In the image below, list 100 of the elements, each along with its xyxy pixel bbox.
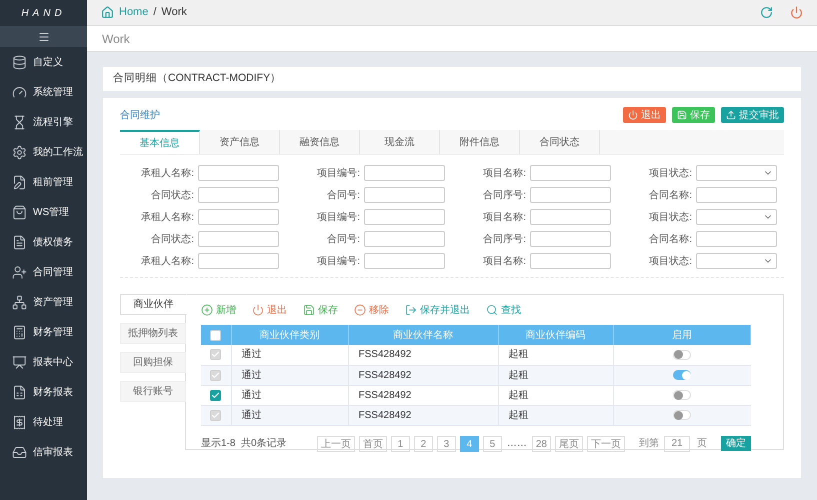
toolbar-button[interactable]: 保存	[303, 302, 338, 318]
page-button[interactable]: 尾页	[555, 436, 583, 452]
toolbar-button[interactable]: 保存并退出	[405, 302, 470, 318]
sidebar-item[interactable]: 流程引擎	[0, 107, 87, 137]
refresh-icon[interactable]	[760, 6, 773, 19]
table-cell: 起租	[498, 405, 613, 425]
side-tab[interactable]: 回购担保	[120, 352, 186, 373]
sidebar-item[interactable]: 系统管理	[0, 77, 87, 107]
sidebar-item[interactable]: 报表中心	[0, 347, 87, 377]
receipt-icon	[12, 414, 27, 430]
input-field[interactable]	[198, 165, 279, 181]
page-button[interactable]: 首页	[358, 436, 387, 452]
field-label: 项目编号:	[317, 210, 360, 224]
add-icon	[201, 304, 213, 316]
toolbar-button[interactable]: 退出	[252, 302, 287, 318]
input-field[interactable]	[364, 187, 445, 203]
field-label: 承租人名称:	[141, 210, 194, 224]
side-tab[interactable]: 银行账号	[120, 381, 186, 402]
input-field[interactable]	[530, 165, 611, 181]
power-icon[interactable]	[790, 6, 803, 19]
sidebar-item[interactable]: 待处理	[0, 407, 87, 437]
user-icon	[12, 264, 27, 280]
input-field[interactable]	[696, 187, 777, 203]
sidebar-item[interactable]: 合同管理	[0, 257, 87, 287]
input-field[interactable]	[530, 231, 611, 247]
tab[interactable]: 合同状态	[520, 130, 600, 154]
field-label: 项目编号:	[317, 166, 360, 180]
toolbar-button[interactable]: 新增	[201, 302, 236, 318]
input-field[interactable]	[530, 209, 611, 225]
sidebar-item[interactable]: 自定义	[0, 47, 87, 77]
toolbar-button[interactable]: 移除	[354, 302, 389, 318]
table-cell: 通过	[231, 385, 348, 405]
page-button[interactable]: 5	[482, 436, 502, 452]
page-button[interactable]: 1	[390, 436, 410, 452]
edit-icon	[12, 174, 27, 190]
side-tab[interactable]: 商业伙伴	[120, 294, 187, 315]
tab[interactable]: 资产信息	[200, 130, 280, 154]
action-button[interactable]: 退出	[623, 107, 666, 123]
side-tab[interactable]: 抵押物列表	[120, 323, 186, 344]
toolbar-button[interactable]: 查找	[486, 302, 521, 318]
page-ellipsis: ……	[506, 437, 528, 451]
input-field[interactable]	[198, 253, 279, 269]
input-field[interactable]	[364, 165, 445, 181]
network-icon	[12, 294, 27, 310]
action-button[interactable]: 提交审批	[721, 107, 784, 123]
tab[interactable]: 基本信息	[120, 130, 200, 154]
input-field[interactable]	[364, 209, 445, 225]
table-cell: 起租	[498, 385, 613, 405]
gauge-icon	[12, 84, 27, 100]
page-button[interactable]: 2	[414, 436, 433, 452]
sidebar-item[interactable]: 信审报表	[0, 437, 87, 467]
confirm-button[interactable]: 确定	[721, 436, 751, 451]
input-field[interactable]	[364, 253, 445, 269]
field-label: 项目名称:	[483, 166, 526, 180]
field-label: 合同状态:	[151, 232, 194, 246]
page-button[interactable]: 下一页	[587, 436, 625, 452]
database-icon	[12, 54, 27, 70]
checkbox[interactable]	[210, 330, 222, 340]
tab[interactable]: 现金流	[360, 130, 440, 154]
input-field[interactable]	[198, 187, 279, 203]
tab[interactable]: 融资信息	[280, 130, 360, 154]
select-field[interactable]	[696, 209, 777, 225]
toggle-switch[interactable]	[673, 390, 691, 400]
power-icon	[628, 110, 638, 120]
input-field[interactable]	[364, 231, 445, 247]
select-field[interactable]	[696, 253, 777, 269]
table-cell: 起租	[498, 365, 613, 385]
tab[interactable]: 附件信息	[440, 130, 520, 154]
menu-icon[interactable]	[38, 30, 50, 42]
input-field[interactable]	[530, 187, 611, 203]
field-label: 承租人名称:	[141, 166, 194, 180]
input-field[interactable]	[530, 253, 611, 269]
table-cell: 通过	[231, 365, 348, 385]
sidebar-item[interactable]: 租前管理	[0, 167, 87, 197]
breadcrumb-current: Work	[161, 5, 187, 20]
presentation-icon	[12, 354, 27, 370]
sidebar-item[interactable]: 资产管理	[0, 287, 87, 317]
field-label: 项目名称:	[483, 254, 526, 268]
checkbox[interactable]	[210, 390, 222, 400]
home-icon	[101, 6, 114, 19]
field-label: 合同状态:	[151, 188, 194, 202]
goto-unit: 页	[697, 437, 707, 451]
logo: HAND	[21, 6, 66, 20]
home-link[interactable]: Home	[119, 4, 148, 21]
record-summary: 显示1-8 共0条记录	[201, 436, 287, 451]
sidebar-item[interactable]: 财务管理	[0, 317, 87, 347]
page-input[interactable]: 21	[664, 436, 690, 452]
sidebar-item[interactable]: 我的工作流	[0, 137, 87, 167]
select-field[interactable]	[696, 165, 777, 181]
page-button[interactable]: 28	[532, 436, 551, 452]
input-field[interactable]	[198, 231, 279, 247]
input-field[interactable]	[198, 209, 279, 225]
sidebar-item[interactable]: WS管理	[0, 197, 87, 227]
input-field[interactable]	[696, 231, 777, 247]
power-icon	[252, 304, 264, 316]
page-button[interactable]: 3	[436, 436, 456, 452]
sidebar-item[interactable]: 财务报表	[0, 377, 87, 407]
gear-icon	[12, 144, 27, 160]
page-button[interactable]: 上一页	[316, 436, 355, 452]
sidebar-item[interactable]: 债权债务	[0, 227, 87, 257]
